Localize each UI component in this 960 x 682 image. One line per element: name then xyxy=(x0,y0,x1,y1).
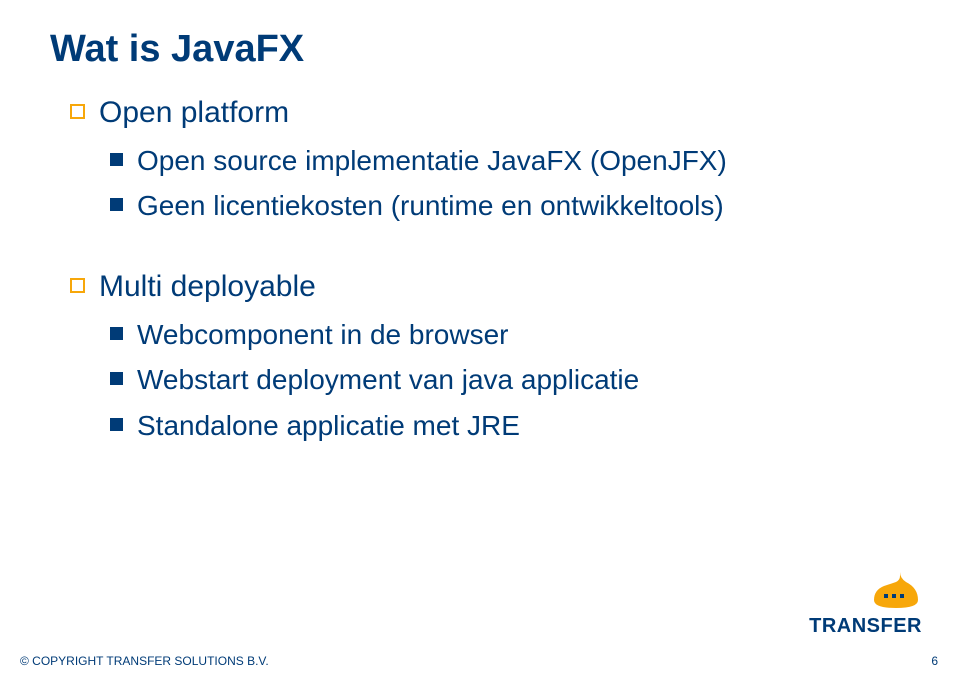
slide: Wat is JavaFX Open platform Open source … xyxy=(0,0,960,682)
page-number: 6 xyxy=(931,654,938,668)
logo: TRANSFER xyxy=(809,572,922,638)
logo-text: TRANSFER xyxy=(809,615,922,638)
bullet-level2-text: Webcomponent in de browser xyxy=(137,316,508,354)
bullet-square-outline-icon xyxy=(70,104,85,119)
slide-title: Wat is JavaFX xyxy=(50,28,910,71)
bullet-square-solid-icon xyxy=(110,327,123,340)
bullet-level1-text: Multi deployable xyxy=(99,267,316,308)
transfer-logo-icon xyxy=(870,572,922,608)
bullet-level2-text: Standalone applicatie met JRE xyxy=(137,407,520,445)
bullet-square-solid-icon xyxy=(110,418,123,431)
spacer xyxy=(50,233,910,267)
bullet-square-outline-icon xyxy=(70,278,85,293)
bullet-square-solid-icon xyxy=(110,153,123,166)
bullet-level1: Open platform xyxy=(70,93,910,134)
bullet-level2: Standalone applicatie met JRE xyxy=(110,407,910,445)
bullet-level2: Geen licentiekosten (runtime en ontwikke… xyxy=(110,187,910,225)
bullet-level2: Webcomponent in de browser xyxy=(110,316,910,354)
bullet-level2: Open source implementatie JavaFX (OpenJF… xyxy=(110,142,910,180)
bullet-level2-text: Webstart deployment van java applicatie xyxy=(137,361,639,399)
footer-copyright: © COPYRIGHT TRANSFER SOLUTIONS B.V. xyxy=(20,654,269,668)
bullet-level2-text: Geen licentiekosten (runtime en ontwikke… xyxy=(137,187,724,225)
bullet-level1: Multi deployable xyxy=(70,267,910,308)
bullet-level1-text: Open platform xyxy=(99,93,289,134)
bullet-level2-text: Open source implementatie JavaFX (OpenJF… xyxy=(137,142,727,180)
bullet-square-solid-icon xyxy=(110,198,123,211)
bullet-level2: Webstart deployment van java applicatie xyxy=(110,361,910,399)
bullet-square-solid-icon xyxy=(110,372,123,385)
